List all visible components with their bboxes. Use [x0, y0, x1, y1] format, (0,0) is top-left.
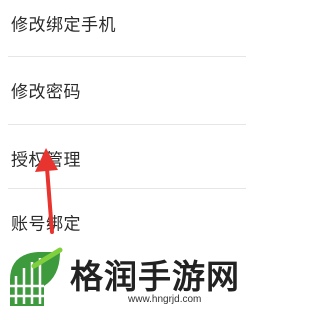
watermark-title: 格润手游网 — [70, 257, 240, 296]
watermark-url: www.hngrjd.com — [128, 294, 202, 305]
menu-item-label: 修改绑定手机 — [11, 15, 116, 36]
menu-item-change-password[interactable]: 修改密码 — [0, 57, 246, 123]
watermark: 格润手游网 www.hngrjd.com — [0, 242, 246, 320]
menu-item-label: 授权管理 — [11, 150, 81, 171]
menu-item-label: 账号绑定 — [11, 214, 81, 235]
menu-item-authorization-management[interactable]: 授权管理 — [0, 125, 246, 191]
menu-item-change-bound-phone[interactable]: 修改绑定手机 — [0, 0, 246, 56]
green-grid-logo-icon — [10, 247, 63, 306]
menu-item-label: 修改密码 — [11, 82, 81, 103]
